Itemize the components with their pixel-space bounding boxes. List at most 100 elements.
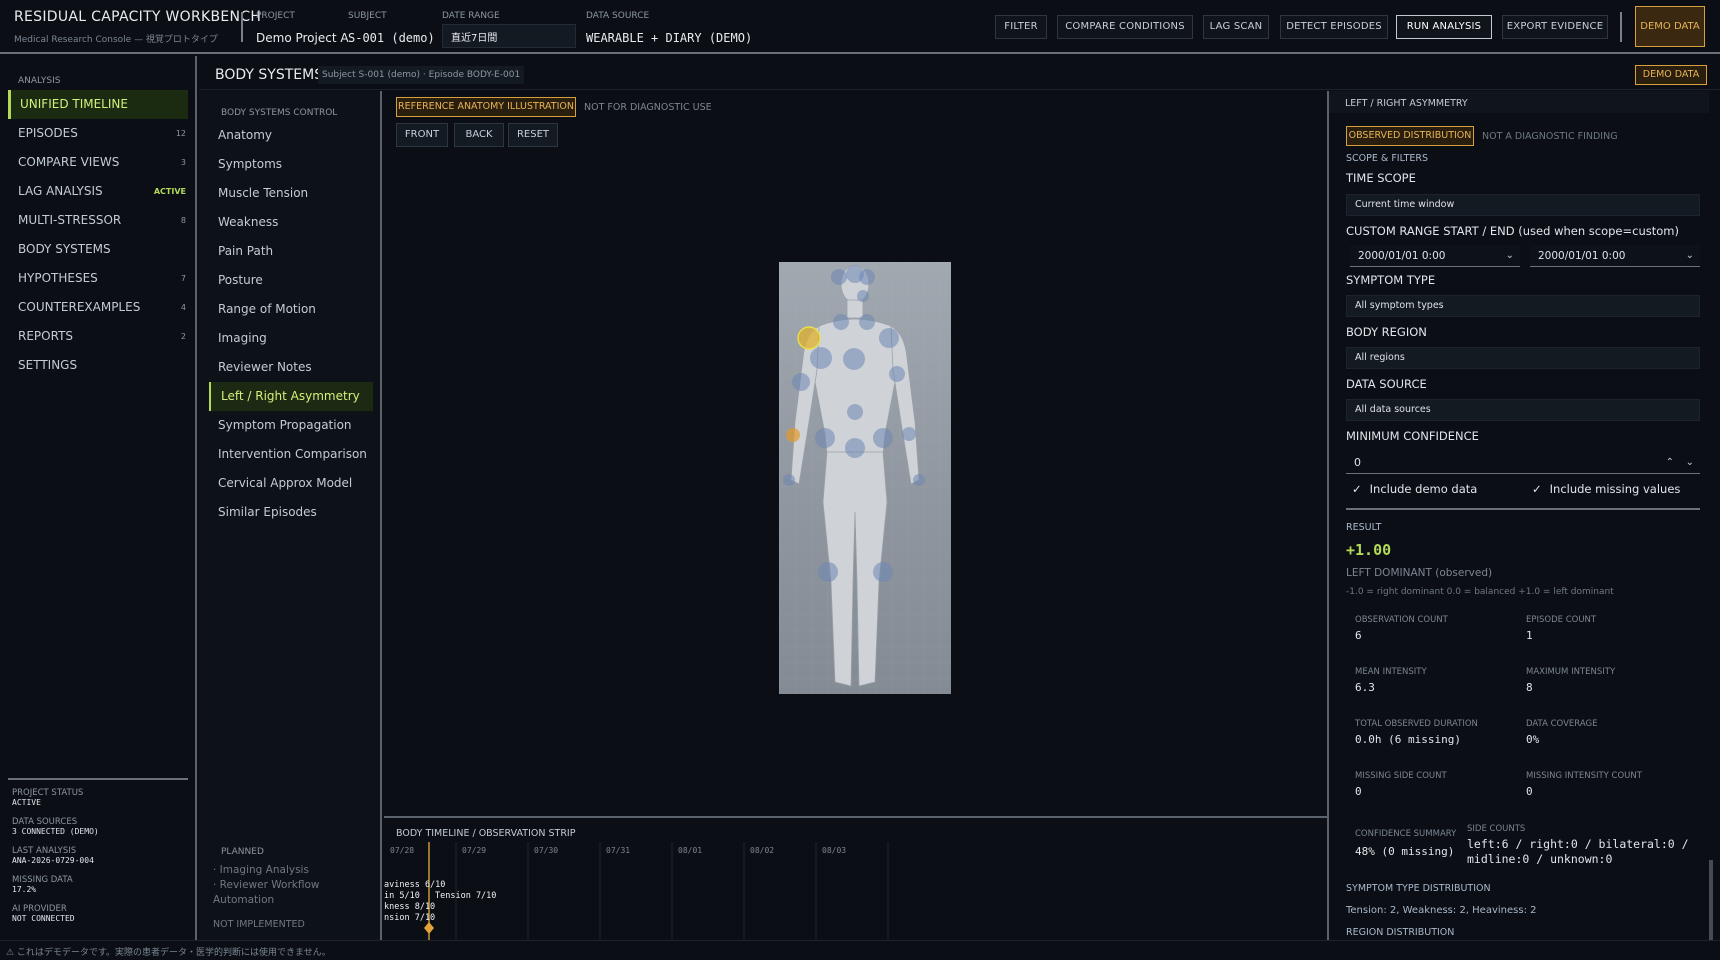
sidebar-item-compare-views[interactable]: COMPARE VIEWS 3 <box>8 148 188 177</box>
divider <box>1346 508 1700 510</box>
body-systems-control: BODY SYSTEMS CONTROL Anatomy Symptoms Mu… <box>199 91 382 940</box>
filter-button[interactable]: FILTER <box>995 15 1047 39</box>
diagnostic-disclaimer: NOT A DIAGNOSTIC FINDING <box>1482 131 1618 142</box>
anatomy-viewer: REFERENCE ANATOMY ILLUSTRATION NOT FOR D… <box>384 91 1327 815</box>
compare-conditions-button[interactable]: COMPARE CONDITIONS <box>1057 15 1193 39</box>
chevron-up-icon[interactable]: ⌃ <box>1666 452 1674 474</box>
sidebar-item-episodes[interactable]: EPISODES 12 <box>8 119 188 148</box>
result-heading: RESULT <box>1346 522 1382 533</box>
data-source-select[interactable]: All data sources <box>1346 399 1700 421</box>
event-label: in 5/10 <box>384 891 420 901</box>
sidebar-item-counterexamples[interactable]: COUNTEREXAMPLES 4 <box>8 293 188 322</box>
include-missing-checkbox[interactable]: ✓ Include missing values <box>1532 482 1680 496</box>
control-list: Anatomy Symptoms Muscle Tension Weakness… <box>209 121 373 527</box>
data-coverage: DATA COVERAGE 0% <box>1526 719 1598 746</box>
maximum-intensity: MAXIMUM INTENSITY 8 <box>1526 667 1616 694</box>
strip-title: BODY TIMELINE / OBSERVATION STRIP <box>396 828 576 839</box>
planned-item: · Reviewer Workflow Automation <box>213 879 320 906</box>
highlight-marker <box>786 428 800 442</box>
subject-label: SUBJECT <box>348 11 387 21</box>
top-bar: RESIDUAL CAPACITY WORKBENCH Medical Rese… <box>0 0 1720 54</box>
data-sources-status: DATA SOURCES 3 CONNECTED (DEMO) <box>12 817 99 836</box>
count-badge: 3 <box>180 158 186 167</box>
demo-data-badge: DEMO DATA <box>1635 65 1707 85</box>
anatomy-illustration <box>779 262 951 694</box>
date-tick: 07/29 <box>462 846 486 855</box>
control-item-pain-path[interactable]: Pain Path <box>209 237 373 266</box>
back-view-button[interactable]: BACK <box>454 123 504 147</box>
asymmetry-score: +1.00 <box>1346 541 1392 559</box>
chevron-down-icon: ⌄ <box>1505 250 1514 261</box>
lag-scan-button[interactable]: LAG SCAN <box>1203 15 1269 39</box>
asymmetry-scale: -1.0 = right dominant 0.0 = balanced +1.… <box>1346 587 1614 597</box>
reference-anatomy-badge: REFERENCE ANATOMY ILLUSTRATION <box>396 97 576 117</box>
control-item-weakness[interactable]: Weakness <box>209 208 373 237</box>
diagnostic-disclaimer: NOT FOR DIAGNOSTIC USE <box>584 102 712 113</box>
not-implemented-label: NOT IMPLEMENTED <box>213 919 305 930</box>
control-item-intervention-comparison[interactable]: Intervention Comparison <box>209 440 373 469</box>
time-scope-select[interactable]: Current time window <box>1346 194 1700 216</box>
sidebar-item-multi-stressor[interactable]: MULTI-STRESSOR 8 <box>8 206 188 235</box>
date-tick: 07/28 <box>390 846 414 855</box>
status-badge: ACTIVE <box>153 187 186 196</box>
sidebar-item-settings[interactable]: SETTINGS <box>8 351 188 380</box>
range-start-input[interactable]: 2000/01/01 0:00 ⌄ <box>1350 245 1520 267</box>
front-view-button[interactable]: FRONT <box>396 123 448 147</box>
check-icon: ✓ <box>1532 482 1542 496</box>
range-end-input[interactable]: 2000/01/01 0:00 ⌄ <box>1530 245 1700 267</box>
control-item-symptom-propagation[interactable]: Symptom Propagation <box>209 411 373 440</box>
subject-selector[interactable]: S-001 (demo) <box>348 31 435 45</box>
symptom-type-select[interactable]: All symptom types <box>1346 295 1700 317</box>
date-tick: 07/30 <box>534 846 558 855</box>
asymmetry-interpretation: LEFT DOMINANT (observed) <box>1346 567 1493 579</box>
ai-provider-status: AI PROVIDER NOT CONNECTED <box>12 904 75 923</box>
planned-list: · Imaging Analysis · Reviewer Workflow A… <box>213 863 373 908</box>
sidebar-item-lag-analysis[interactable]: LAG ANALYSIS ACTIVE <box>8 177 188 206</box>
symptom-distribution-heading: SYMPTOM TYPE DISTRIBUTION <box>1346 883 1491 894</box>
planned-heading: PLANNED <box>221 847 264 857</box>
project-selector[interactable]: Demo Project A <box>256 31 349 45</box>
control-item-posture[interactable]: Posture <box>209 266 373 295</box>
chevron-down-icon[interactable]: ⌄ <box>1686 452 1694 474</box>
divider <box>1620 12 1622 42</box>
planned-item: · Imaging Analysis <box>213 864 309 876</box>
footer-disclaimer: ⚠ これはデモデータです。実際の患者データ・医学的判断には使用できません。 <box>0 940 1720 960</box>
control-item-similar-episodes[interactable]: Similar Episodes <box>209 498 373 527</box>
data-source-filter-label: DATA SOURCE <box>1346 377 1427 391</box>
control-item-imaging[interactable]: Imaging <box>209 324 373 353</box>
include-demo-checkbox[interactable]: ✓ Include demo data <box>1352 482 1477 496</box>
total-observed-duration: TOTAL OBSERVED DURATION 0.0h (6 missing) <box>1355 719 1478 746</box>
sidebar-item-body-systems[interactable]: BODY SYSTEMS <box>8 235 188 264</box>
detect-episodes-button[interactable]: DETECT EPISODES <box>1280 15 1388 39</box>
sidebar-item-reports[interactable]: REPORTS 2 <box>8 322 188 351</box>
control-item-symptoms[interactable]: Symptoms <box>209 150 373 179</box>
control-item-reviewer-notes[interactable]: Reviewer Notes <box>209 353 373 382</box>
panel-scrollbar[interactable] <box>1709 860 1713 940</box>
control-item-anatomy[interactable]: Anatomy <box>209 121 373 150</box>
event-label: aviness 6/10 <box>384 880 445 890</box>
control-item-cervical-approx-model[interactable]: Cervical Approx Model <box>209 469 373 498</box>
export-evidence-button[interactable]: EXPORT EVIDENCE <box>1502 15 1608 39</box>
date-range-input[interactable]: 直近7日間 <box>442 24 576 48</box>
count-badge: 12 <box>175 129 186 138</box>
event-marker <box>424 922 434 934</box>
control-item-range-of-motion[interactable]: Range of Motion <box>209 295 373 324</box>
control-item-muscle-tension[interactable]: Muscle Tension <box>209 179 373 208</box>
project-status: PROJECT STATUS ACTIVE <box>12 788 84 807</box>
run-analysis-button[interactable]: RUN ANALYSIS <box>1396 15 1492 39</box>
sidebar-item-hypotheses[interactable]: HYPOTHESES 7 <box>8 264 188 293</box>
count-badge: 4 <box>180 303 186 312</box>
date-tick: 08/02 <box>750 846 774 855</box>
reset-view-button[interactable]: RESET <box>508 123 558 147</box>
control-item-left-right-asymmetry[interactable]: Left / Right Asymmetry <box>209 382 373 411</box>
app-subtitle: Medical Research Console — 視覚プロトタイプ <box>14 35 218 45</box>
app-title: RESIDUAL CAPACITY WORKBENCH <box>14 9 262 25</box>
body-region-select[interactable]: All regions <box>1346 347 1700 369</box>
sidebar-item-unified-timeline[interactable]: UNIFIED TIMELINE <box>8 90 188 119</box>
confidence-summary: CONFIDENCE SUMMARY 48% (0 missing) <box>1355 829 1457 858</box>
divider <box>8 778 188 780</box>
sidebar-nav: UNIFIED TIMELINE EPISODES 12 COMPARE VIEW… <box>8 90 188 380</box>
date-tick: 07/31 <box>606 846 630 855</box>
min-confidence-stepper[interactable]: 0 ⌃ ⌄ <box>1346 452 1700 474</box>
missing-data-status: MISSING DATA 17.2% <box>12 875 73 894</box>
